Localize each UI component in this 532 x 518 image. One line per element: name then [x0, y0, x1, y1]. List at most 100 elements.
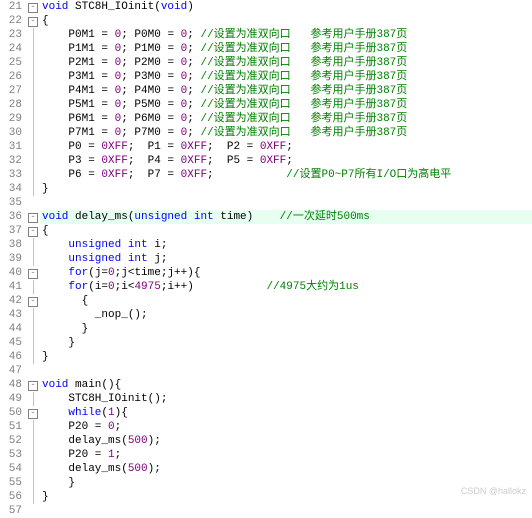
code-token: P5M1 =: [42, 99, 115, 111]
code-token: i;: [148, 239, 168, 251]
code-line[interactable]: for(i=0;i<4975;i++) //4975大约为1us: [40, 280, 532, 294]
code-line[interactable]: }: [40, 476, 532, 490]
fold-gutter: [26, 350, 40, 364]
code-line[interactable]: {: [40, 294, 532, 308]
code-token: }: [42, 337, 75, 349]
fold-gutter: [26, 280, 40, 294]
code-line[interactable]: P20 = 0;: [40, 420, 532, 434]
fold-minus-icon[interactable]: -: [28, 381, 38, 391]
code-line[interactable]: {: [40, 224, 532, 238]
code-line[interactable]: while(1){: [40, 406, 532, 420]
fold-gutter: [26, 140, 40, 154]
code-token: ; P7M0 =: [121, 127, 180, 139]
fold-gutter[interactable]: -: [26, 378, 40, 392]
code-token: }: [42, 183, 49, 195]
code-line[interactable]: _nop_();: [40, 308, 532, 322]
fold-minus-icon[interactable]: -: [28, 227, 38, 237]
code-line[interactable]: void main(){: [40, 378, 532, 392]
code-token: 0XFF: [181, 155, 207, 167]
code-token: 1: [108, 449, 115, 461]
code-token: STC8H_IOinit(: [68, 1, 160, 13]
line-number: 29: [0, 112, 26, 126]
code-token: {: [42, 225, 49, 237]
code-line[interactable]: P20 = 1;: [40, 448, 532, 462]
fold-gutter[interactable]: -: [26, 266, 40, 280]
code-line[interactable]: P6 = 0XFF; P7 = 0XFF; //设置P0~P7所有I/O口为高电…: [40, 168, 532, 182]
fold-minus-icon[interactable]: -: [28, 213, 38, 223]
code-token: ; P1 =: [128, 141, 181, 153]
code-line[interactable]: P0 = 0XFF; P1 = 0XFF; P2 = 0XFF;: [40, 140, 532, 154]
code-line[interactable]: }: [40, 322, 532, 336]
code-line[interactable]: P5M1 = 0; P5M0 = 0; //设置为准双向口 参考用户手册387页: [40, 98, 532, 112]
code-line[interactable]: P7M1 = 0; P7M0 = 0; //设置为准双向口 参考用户手册387页: [40, 126, 532, 140]
fold-minus-icon[interactable]: -: [28, 409, 38, 419]
code-line[interactable]: P4M1 = 0; P4M0 = 0; //设置为准双向口 参考用户手册387页: [40, 84, 532, 98]
code-line[interactable]: [40, 504, 532, 518]
code-token: }: [42, 477, 75, 489]
code-token: 0XFF: [181, 141, 207, 153]
code-line[interactable]: unsigned int i;: [40, 238, 532, 252]
fold-gutter: [26, 476, 40, 490]
fold-gutter[interactable]: -: [26, 14, 40, 28]
line-number: 42: [0, 294, 26, 308]
code-token: int: [128, 253, 148, 265]
code-line[interactable]: P2M1 = 0; P2M0 = 0; //设置为准双向口 参考用户手册387页: [40, 56, 532, 70]
code-token: ; P0M0 =: [121, 29, 180, 41]
code-token: ;: [115, 449, 122, 461]
code-token: ): [187, 1, 194, 13]
fold-gutter[interactable]: -: [26, 294, 40, 308]
code-line[interactable]: P1M1 = 0; P1M0 = 0; //设置为准双向口 参考用户手册387页: [40, 42, 532, 56]
code-token: ;: [187, 71, 200, 83]
fold-gutter: [26, 28, 40, 42]
code-line[interactable]: }: [40, 490, 532, 504]
fold-gutter: [26, 196, 40, 210]
fold-gutter: [26, 112, 40, 126]
code-line[interactable]: void STC8H_IOinit(void): [40, 0, 532, 14]
code-token: ;: [187, 99, 200, 111]
code-line[interactable]: P3M1 = 0; P3M0 = 0; //设置为准双向口 参考用户手册387页: [40, 70, 532, 84]
code-line[interactable]: delay_ms(500);: [40, 462, 532, 476]
fold-gutter[interactable]: -: [26, 224, 40, 238]
code-token: );: [148, 435, 161, 447]
code-token: 0XFF: [260, 155, 286, 167]
line-number: 24: [0, 42, 26, 56]
code-token: main(){: [68, 379, 121, 391]
line-number: 40: [0, 266, 26, 280]
code-token: [187, 211, 194, 223]
fold-minus-icon[interactable]: -: [28, 17, 38, 27]
line-number: 33: [0, 168, 26, 182]
code-line[interactable]: void delay_ms(unsigned int time) //一次延时5…: [40, 210, 532, 224]
code-line[interactable]: }: [40, 336, 532, 350]
code-line[interactable]: delay_ms(500);: [40, 434, 532, 448]
code-line[interactable]: for(j=0;j<time;j++){: [40, 266, 532, 280]
code-line[interactable]: }: [40, 350, 532, 364]
fold-minus-icon[interactable]: -: [28, 297, 38, 307]
fold-minus-icon[interactable]: -: [28, 269, 38, 279]
code-line[interactable]: P0M1 = 0; P0M0 = 0; //设置为准双向口 参考用户手册387页: [40, 28, 532, 42]
fold-gutter[interactable]: -: [26, 0, 40, 14]
line-number: 50: [0, 406, 26, 420]
code-token: ;: [187, 85, 200, 97]
code-token: P0M1 =: [42, 29, 115, 41]
code-token: void: [161, 1, 187, 13]
code-line[interactable]: STC8H_IOinit();: [40, 392, 532, 406]
code-line[interactable]: {: [40, 14, 532, 28]
code-token: 0XFF: [181, 169, 207, 181]
code-line[interactable]: }: [40, 182, 532, 196]
code-token: }: [42, 323, 88, 335]
line-number: 52: [0, 434, 26, 448]
code-token: int: [194, 211, 214, 223]
fold-minus-icon[interactable]: -: [28, 3, 38, 13]
code-token: ;: [187, 127, 200, 139]
code-line[interactable]: P6M1 = 0; P6M0 = 0; //设置为准双向口 参考用户手册387页: [40, 112, 532, 126]
fold-gutter[interactable]: -: [26, 210, 40, 224]
code-token: //设置为准双向口 参考用户手册387页: [200, 99, 407, 111]
watermark: CSDN @hallokz: [461, 486, 526, 496]
code-line[interactable]: unsigned int j;: [40, 252, 532, 266]
code-line[interactable]: P3 = 0XFF; P4 = 0XFF; P5 = 0XFF;: [40, 154, 532, 168]
code-line[interactable]: [40, 196, 532, 210]
code-token: unsigned: [68, 253, 121, 265]
fold-gutter[interactable]: -: [26, 406, 40, 420]
code-line[interactable]: [40, 364, 532, 378]
line-number: 57: [0, 504, 26, 518]
